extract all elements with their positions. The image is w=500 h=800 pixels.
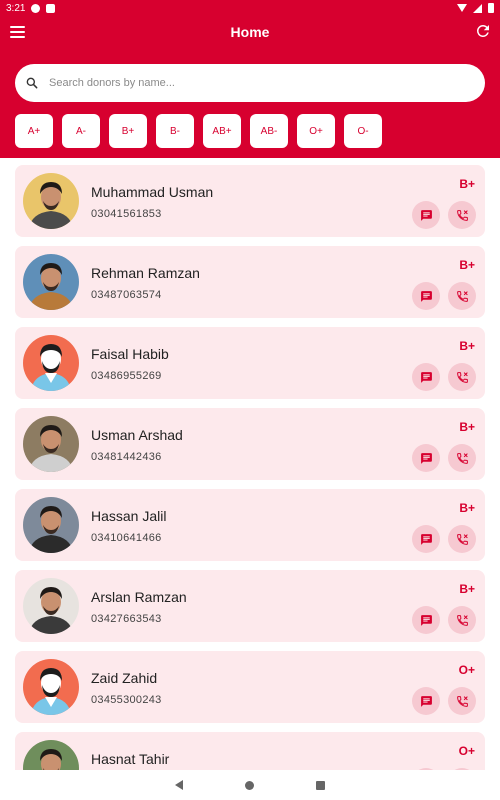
message-icon[interactable] (412, 282, 440, 310)
blood-group-badge: B+ (459, 339, 475, 353)
battery-icon (488, 3, 494, 13)
donor-phone: 03410641466 (91, 532, 162, 544)
donor-name: Arslan Ramzan (91, 589, 187, 605)
filter-chip[interactable]: O- (344, 114, 382, 148)
phone-icon[interactable] (448, 606, 476, 634)
donor-card[interactable]: Arslan Ramzan 03427663543 B+ (15, 570, 485, 642)
home-icon[interactable] (245, 780, 254, 790)
filter-chip[interactable]: B- (156, 114, 194, 148)
status-bar: 3:21 (0, 0, 500, 16)
avatar (23, 335, 79, 391)
donor-phone: 03041561853 (91, 208, 162, 220)
message-icon[interactable] (412, 444, 440, 472)
message-icon[interactable] (412, 201, 440, 229)
refresh-icon[interactable] (474, 22, 492, 40)
donor-phone: 03481442436 (91, 451, 162, 463)
donor-card[interactable]: Usman Arshad 03481442436 B+ (15, 408, 485, 480)
page-title: Home (230, 24, 270, 40)
blood-group-badge: O+ (458, 663, 475, 677)
phone-icon[interactable] (448, 687, 476, 715)
phone-icon[interactable] (448, 444, 476, 472)
donor-name: Hassan Jalil (91, 508, 167, 524)
blood-group-badge: B+ (459, 420, 475, 434)
blood-group-badge: B+ (459, 501, 475, 515)
donor-name: Rehman Ramzan (91, 265, 200, 281)
message-icon[interactable] (412, 606, 440, 634)
status-time: 3:21 (6, 2, 26, 14)
wifi-icon (457, 4, 467, 12)
filter-chip[interactable]: AB+ (203, 114, 241, 148)
donor-card[interactable]: Hassan Jalil 03410641466 B+ (15, 489, 485, 561)
signal-icon (473, 3, 482, 13)
search-bar[interactable] (15, 64, 485, 102)
app-bar: Home A+ A- B+ B- AB+ AB- O+ O- (0, 16, 500, 158)
search-icon (26, 77, 38, 89)
avatar (23, 416, 79, 472)
donor-card[interactable]: Zaid Zahid 03455300243 O+ (15, 651, 485, 723)
donor-phone: 03486955269 (91, 370, 162, 382)
message-icon[interactable] (412, 363, 440, 391)
donor-card[interactable]: Faisal Habib 03486955269 B+ (15, 327, 485, 399)
donor-name: Faisal Habib (91, 346, 169, 362)
donor-card[interactable]: Muhammad Usman 03041561853 B+ (15, 165, 485, 237)
avatar (23, 173, 79, 229)
phone-icon[interactable] (448, 282, 476, 310)
blood-group-badge: B+ (459, 582, 475, 596)
back-icon[interactable] (175, 780, 183, 790)
blood-group-badge: B+ (459, 258, 475, 272)
blood-group-filters: A+ A- B+ B- AB+ AB- O+ O- (15, 114, 382, 148)
donor-phone: 03427663543 (91, 613, 162, 625)
avatar (23, 497, 79, 553)
donor-name: Muhammad Usman (91, 184, 214, 200)
phone-icon[interactable] (448, 201, 476, 229)
donor-name: Hasnat Tahir (91, 751, 170, 767)
donor-list: Muhammad Usman 03041561853 B+ Rehman Ramzan… (0, 158, 500, 770)
avatar (23, 254, 79, 310)
notification-icon (31, 3, 41, 13)
filter-chip[interactable]: A- (62, 114, 100, 148)
donor-name: Usman Arshad (91, 427, 183, 443)
search-input[interactable] (47, 76, 485, 90)
avatar (23, 740, 79, 770)
blood-group-badge: O+ (458, 744, 475, 758)
filter-chip[interactable]: O+ (297, 114, 335, 148)
donor-card[interactable]: Hasnat Tahir O+ (15, 732, 485, 770)
recent-apps-icon[interactable] (316, 780, 325, 790)
filter-chip[interactable]: B+ (109, 114, 147, 148)
donor-phone: 03487063574 (91, 289, 162, 301)
filter-chip[interactable]: A+ (15, 114, 53, 148)
phone-icon[interactable] (448, 363, 476, 391)
system-nav-bar (0, 770, 500, 800)
message-icon[interactable] (412, 525, 440, 553)
filter-chip[interactable]: AB- (250, 114, 288, 148)
donor-name: Zaid Zahid (91, 670, 158, 686)
message-icon[interactable] (412, 687, 440, 715)
phone-icon[interactable] (448, 525, 476, 553)
avatar (23, 659, 79, 715)
avatar (23, 578, 79, 634)
donor-phone: 03455300243 (91, 694, 162, 706)
sim-card-icon (46, 3, 56, 13)
donor-card[interactable]: Rehman Ramzan 03487063574 B+ (15, 246, 485, 318)
blood-group-badge: B+ (459, 177, 475, 191)
